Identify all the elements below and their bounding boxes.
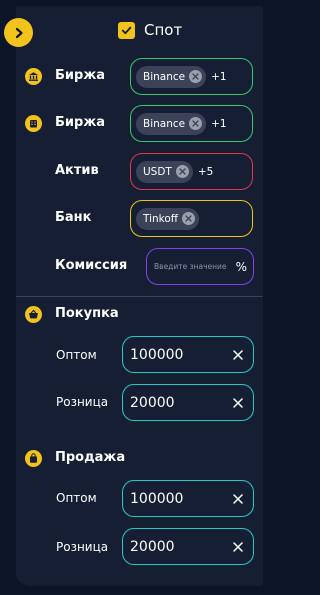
collapse-button[interactable] bbox=[4, 18, 33, 47]
clear-icon[interactable] bbox=[233, 493, 243, 504]
filter-label-exchange: Биржа bbox=[55, 68, 106, 83]
chip-binance: Binance bbox=[136, 65, 207, 88]
buy-section-title: Покупка bbox=[55, 306, 119, 321]
chip-tinkoff: Tinkoff bbox=[136, 207, 200, 230]
clear-icon[interactable] bbox=[233, 397, 243, 408]
bank-select[interactable]: Tinkoff bbox=[130, 200, 253, 237]
chip-more-count: +1 bbox=[211, 117, 227, 130]
clear-icon[interactable] bbox=[233, 541, 243, 552]
chip-label: Binance bbox=[143, 117, 186, 130]
sell-wholesale-input[interactable] bbox=[130, 490, 220, 507]
commission-input[interactable] bbox=[154, 262, 234, 271]
sell-wholesale-label: Оптом bbox=[56, 491, 97, 505]
chip-label: Binance bbox=[143, 70, 186, 83]
chip-remove-icon[interactable] bbox=[189, 70, 203, 83]
sell-bag-icon bbox=[25, 450, 42, 467]
commission-field[interactable]: % bbox=[146, 248, 254, 285]
chevron-right-icon bbox=[15, 27, 23, 38]
asset-select[interactable]: USDT +5 bbox=[130, 153, 253, 190]
chip-more-count: +5 bbox=[197, 165, 214, 178]
filter-label-bank: Банк bbox=[55, 210, 92, 225]
exchange-select[interactable]: Binance +1 bbox=[130, 105, 253, 142]
filter-label-commission: Комиссия bbox=[55, 258, 128, 273]
filter-label-exchange: Биржа bbox=[55, 115, 106, 130]
buy-retail-input[interactable] bbox=[130, 394, 220, 411]
filter-row-commission: Комиссия % bbox=[0, 248, 263, 285]
sell-retail-field[interactable] bbox=[122, 528, 254, 565]
sell-retail-input[interactable] bbox=[130, 538, 220, 555]
filter-row-asset: Актив USDT +5 bbox=[0, 153, 263, 190]
chip-label: Tinkoff bbox=[143, 212, 179, 225]
buy-wholesale-input[interactable] bbox=[130, 346, 220, 363]
buy-retail-label: Розница bbox=[56, 395, 109, 409]
chip-usdt: USDT bbox=[136, 160, 193, 183]
sell-wholesale-field[interactable] bbox=[122, 480, 254, 517]
chip-remove-icon[interactable] bbox=[175, 165, 189, 178]
chip-remove-icon[interactable] bbox=[182, 212, 196, 225]
filter-row-exchange-1: Биржа Binance +1 bbox=[0, 58, 263, 95]
spot-label: Спот bbox=[144, 21, 183, 39]
check-icon bbox=[121, 26, 132, 34]
clear-icon[interactable] bbox=[233, 349, 243, 360]
exchange-select[interactable]: Binance +1 bbox=[130, 58, 253, 95]
chip-binance: Binance bbox=[136, 112, 207, 135]
section-divider bbox=[16, 296, 263, 297]
spot-checkbox[interactable] bbox=[118, 21, 135, 39]
buy-wholesale-field[interactable] bbox=[122, 336, 254, 373]
filter-label-asset: Актив bbox=[55, 163, 99, 178]
chip-remove-icon[interactable] bbox=[189, 117, 203, 130]
chip-label: USDT bbox=[143, 165, 172, 178]
sell-section-title: Продажа bbox=[55, 450, 126, 465]
buy-retail-field[interactable] bbox=[122, 384, 254, 421]
percent-unit: % bbox=[235, 259, 247, 274]
exchange-building-icon bbox=[25, 115, 42, 132]
spot-toggle[interactable]: Спот bbox=[118, 21, 182, 39]
filter-row-exchange-2: Биржа Binance +1 bbox=[0, 105, 263, 142]
exchange-building-icon bbox=[25, 68, 42, 85]
chip-more-count: +1 bbox=[211, 70, 227, 83]
filter-row-bank: Банк Tinkoff bbox=[0, 200, 263, 237]
buy-wholesale-label: Оптом bbox=[56, 348, 97, 362]
buy-basket-icon bbox=[25, 306, 42, 323]
sell-retail-label: Розница bbox=[56, 540, 109, 554]
